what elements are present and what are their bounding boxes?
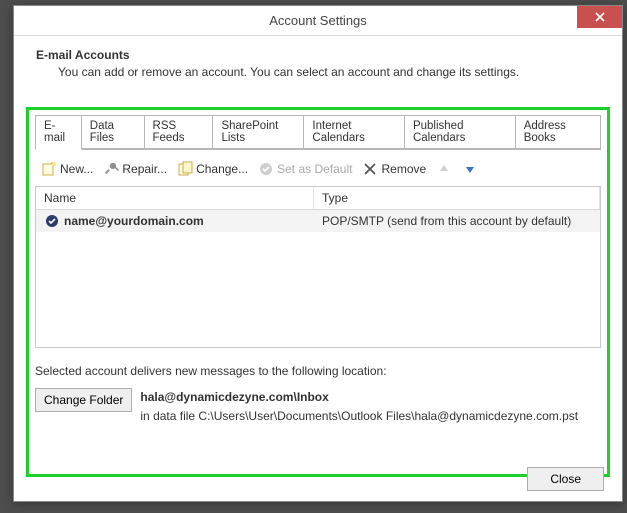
titlebar: Account Settings: [14, 6, 622, 36]
delivery-note: Selected account delivers new messages t…: [35, 364, 601, 378]
new-icon: [41, 161, 57, 177]
repair-label: Repair...: [122, 162, 167, 176]
header-section: E-mail Accounts You can add or remove an…: [14, 36, 622, 89]
folder-info: hala@dynamicdezyne.com\Inbox in data fil…: [140, 388, 578, 426]
tab-address-books[interactable]: Address Books: [516, 115, 601, 149]
accounts-table: Name Type name@yourdomain.com POP/SMTP (…: [35, 186, 601, 348]
change-label: Change...: [196, 162, 248, 176]
account-settings-window: Account Settings E-mail Accounts You can…: [13, 5, 623, 502]
move-up-button: [434, 160, 454, 178]
header-title: E-mail Accounts: [36, 48, 600, 62]
column-name[interactable]: Name: [36, 187, 314, 209]
header-desc: You can add or remove an account. You ca…: [36, 62, 600, 79]
set-default-button: Set as Default: [256, 160, 354, 178]
data-file-path: in data file C:\Users\User\Documents\Out…: [140, 407, 578, 426]
tab-strip: E-mail Data Files RSS Feeds SharePoint L…: [35, 115, 601, 150]
move-down-button[interactable]: [460, 160, 480, 178]
cell-name: name@yourdomain.com: [36, 210, 314, 232]
tab-data-files[interactable]: Data Files: [82, 115, 145, 149]
toolbar: New... Repair... Change... Set as Defaul…: [35, 150, 601, 186]
account-name: name@yourdomain.com: [64, 214, 204, 228]
change-icon: [177, 161, 193, 177]
folder-path: hala@dynamicdezyne.com\Inbox: [140, 388, 578, 407]
new-button[interactable]: New...: [39, 160, 95, 178]
close-button[interactable]: Close: [527, 467, 604, 491]
tab-published-calendars[interactable]: Published Calendars: [405, 115, 516, 149]
checkmark-icon: [258, 161, 274, 177]
new-label: New...: [60, 162, 93, 176]
repair-icon: [103, 161, 119, 177]
main-area: E-mail Data Files RSS Feeds SharePoint L…: [26, 107, 610, 477]
tab-rss-feeds[interactable]: RSS Feeds: [145, 115, 214, 149]
window-title: Account Settings: [269, 13, 367, 28]
tab-sharepoint-lists[interactable]: SharePoint Lists: [213, 115, 304, 149]
window-close-button[interactable]: [577, 6, 622, 28]
remove-icon: [362, 161, 378, 177]
repair-button[interactable]: Repair...: [101, 160, 169, 178]
tab-internet-calendars[interactable]: Internet Calendars: [304, 115, 405, 149]
change-button[interactable]: Change...: [175, 160, 250, 178]
default-account-icon: [44, 213, 60, 229]
arrow-down-icon: [462, 161, 478, 177]
cell-type: POP/SMTP (send from this account by defa…: [314, 210, 600, 232]
arrow-up-icon: [436, 161, 452, 177]
close-icon: [595, 12, 605, 22]
tab-email[interactable]: E-mail: [35, 115, 82, 150]
set-default-label: Set as Default: [277, 162, 352, 176]
dialog-footer: Close: [527, 467, 604, 491]
change-folder-button[interactable]: Change Folder: [35, 388, 132, 412]
remove-label: Remove: [381, 162, 426, 176]
table-row[interactable]: name@yourdomain.com POP/SMTP (send from …: [36, 210, 600, 232]
delivery-folder-row: Change Folder hala@dynamicdezyne.com\Inb…: [35, 388, 601, 426]
remove-button[interactable]: Remove: [360, 160, 428, 178]
account-type: POP/SMTP (send from this account by defa…: [322, 214, 571, 228]
column-type[interactable]: Type: [314, 187, 600, 209]
table-header: Name Type: [36, 187, 600, 210]
